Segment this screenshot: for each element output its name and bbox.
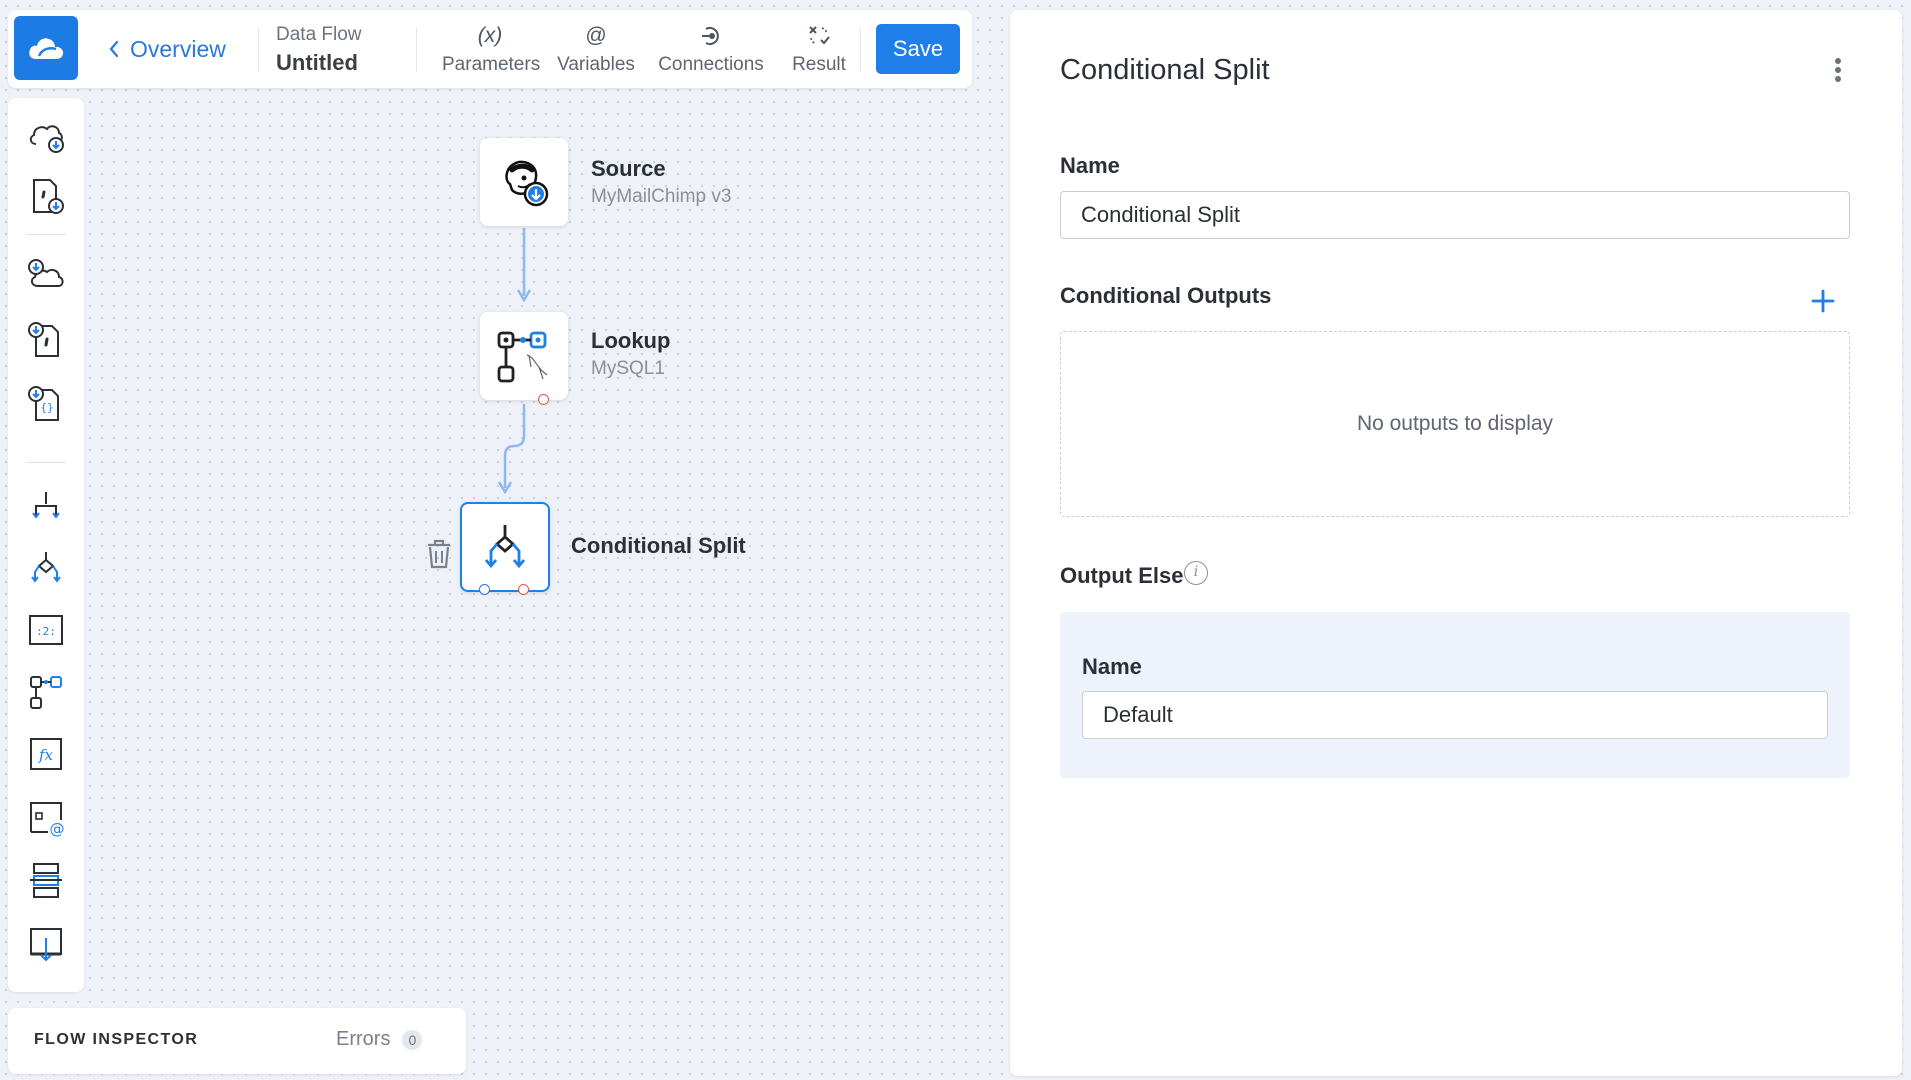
back-label: Overview — [130, 35, 226, 62]
result-icon — [784, 22, 854, 50]
conditional-outputs-label: Conditional Outputs — [1060, 283, 1272, 308]
conditional-split-node-title: Conditional Split — [571, 533, 746, 558]
file-source-icon[interactable] — [26, 176, 66, 216]
lookup-node[interactable] — [480, 312, 568, 400]
lookup-node-title: Lookup — [591, 328, 671, 353]
panel-title: Conditional Split — [1060, 54, 1270, 86]
info-icon[interactable]: i — [1184, 561, 1208, 585]
else-name-label: Name — [1082, 654, 1142, 679]
lookup-mysql-icon — [497, 331, 548, 383]
cloud-source-icon[interactable] — [26, 116, 66, 156]
set-variable-icon[interactable]: @ — [26, 798, 66, 838]
conditional-split-icon[interactable] — [26, 548, 66, 588]
result-button[interactable]: Result — [784, 22, 854, 80]
source-node-subtitle: MyMailChimp v3 — [591, 186, 732, 207]
connector-lookup-split — [503, 404, 526, 488]
output-else-card: Name — [1060, 612, 1850, 778]
parameters-label: Parameters — [442, 54, 541, 75]
more-options-icon[interactable] — [1828, 58, 1848, 88]
split-output-port[interactable] — [479, 584, 490, 595]
svg-text:fx: fx — [38, 746, 54, 764]
split-error-port[interactable] — [518, 584, 529, 595]
palette-divider — [26, 462, 66, 463]
buffer-icon[interactable] — [26, 860, 66, 900]
back-to-overview-link[interactable]: Overview — [108, 33, 226, 65]
else-name-input[interactable] — [1082, 691, 1828, 739]
conditional-split-icon — [484, 525, 526, 569]
flow-inspector-title: FLOW INSPECTOR — [34, 1031, 199, 1048]
variables-button[interactable]: @ Variables — [556, 22, 636, 80]
result-label: Result — [792, 54, 846, 75]
source-node-title: Source — [591, 156, 666, 181]
svg-text:{}: {} — [40, 401, 53, 414]
cloud-logo-icon — [29, 38, 64, 59]
component-palette: {} :2: fx @ — [8, 98, 84, 992]
connections-button[interactable]: Connections — [658, 22, 764, 80]
flow-title: Data Flow Untitled — [276, 24, 362, 78]
top-toolbar: Overview Data Flow Untitled (x) Paramete… — [8, 10, 972, 88]
svg-text::2:: :2: — [36, 625, 56, 638]
json-target-icon[interactable]: {} — [26, 384, 66, 424]
arrow-head — [516, 289, 532, 303]
palette-divider — [26, 234, 66, 235]
trash-icon[interactable] — [425, 538, 453, 570]
name-label: Name — [1060, 153, 1120, 178]
connections-label: Connections — [658, 54, 764, 75]
toolbar-divider — [416, 28, 417, 72]
empty-outputs-message: No outputs to display — [1356, 412, 1554, 435]
flow-kicker: Data Flow — [276, 24, 362, 45]
export-icon[interactable] — [26, 924, 66, 964]
flow-name[interactable]: Untitled — [276, 48, 362, 78]
expression-icon[interactable]: fx — [26, 734, 66, 774]
name-input[interactable] — [1060, 191, 1850, 239]
at-icon: @ — [585, 24, 607, 47]
parameters-button[interactable]: (x) Parameters — [442, 22, 541, 80]
cloud-target-icon[interactable] — [26, 256, 66, 296]
csv-target-icon[interactable] — [26, 320, 66, 360]
toolbar-divider — [860, 28, 861, 72]
plus-icon — [1811, 289, 1835, 313]
properties-panel: Conditional Split Name Conditional Outpu… — [1010, 10, 1902, 1076]
data-transform-icon[interactable]: :2: — [26, 610, 66, 650]
parameters-icon: (x) — [477, 24, 503, 47]
flow-inspector[interactable]: FLOW INSPECTOR Errors 0 — [8, 1008, 466, 1074]
chevron-left-icon — [109, 40, 119, 58]
arrow-head — [497, 481, 513, 495]
lookup-error-port[interactable] — [538, 394, 549, 405]
variables-label: Variables — [557, 54, 635, 75]
conditional-outputs-list: No outputs to display — [1060, 331, 1850, 517]
toolbar-divider — [258, 28, 259, 72]
source-node[interactable] — [480, 138, 568, 226]
connections-icon — [658, 22, 764, 50]
split-icon[interactable] — [26, 486, 66, 526]
conditional-split-node[interactable] — [460, 502, 550, 592]
svg-text:@: @ — [50, 820, 65, 838]
errors-tab[interactable]: Errors 0 — [336, 1028, 423, 1051]
mailchimp-source-icon — [505, 160, 549, 207]
app-logo[interactable] — [14, 16, 78, 80]
output-else-label: Output Else — [1060, 563, 1184, 588]
save-button[interactable]: Save — [876, 24, 960, 74]
errors-label: Errors — [336, 1028, 391, 1050]
lookup-node-subtitle: MySQL1 — [591, 358, 665, 379]
lookup-icon[interactable] — [26, 672, 66, 712]
add-output-button[interactable] — [1806, 284, 1840, 318]
errors-count-badge: 0 — [402, 1029, 423, 1050]
